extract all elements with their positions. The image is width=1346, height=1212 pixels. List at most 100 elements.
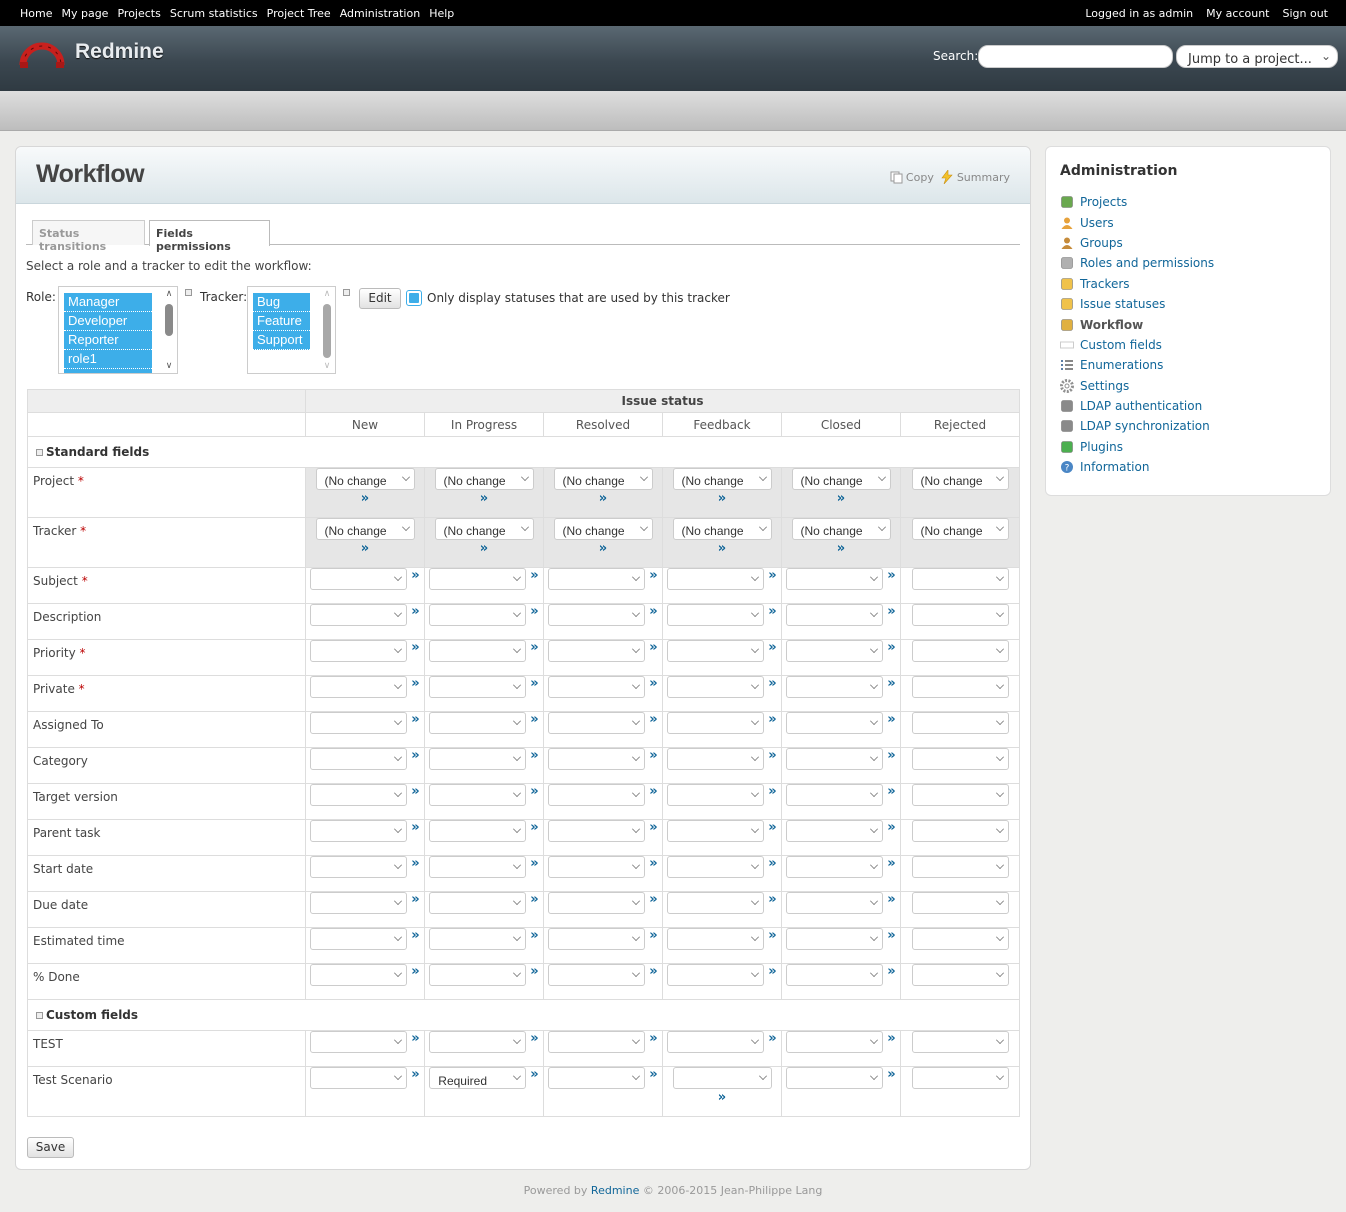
collapse-icon[interactable] [36,1012,43,1019]
permission-select[interactable]: (No change [315,468,415,490]
permission-select[interactable] [786,604,884,626]
apply-all-icon[interactable]: » [768,928,776,943]
apply-all-icon[interactable]: » [768,676,776,691]
permission-select[interactable] [911,1067,1009,1089]
permission-select[interactable] [786,892,884,914]
apply-all-icon[interactable]: » [768,604,776,619]
role-scrollbar[interactable]: ∧ ∨ [163,289,175,371]
apply-all-icon[interactable]: » [663,492,781,505]
apply-all-icon[interactable]: » [411,964,419,979]
permission-select[interactable] [548,1067,646,1089]
apply-all-icon[interactable]: » [768,712,776,727]
permission-select[interactable]: (No change [672,468,772,490]
standard-fields-group[interactable]: Standard fields [26,436,1021,468]
apply-all-icon[interactable]: » [887,928,895,943]
apply-all-icon[interactable]: » [649,568,657,583]
permission-select[interactable] [429,820,527,842]
permission-select[interactable] [548,856,646,878]
apply-all-icon[interactable]: » [887,604,895,619]
sidebar-item-groups[interactable]: Groups [1060,233,1214,253]
apply-all-icon[interactable]: » [411,856,419,871]
apply-all-icon[interactable]: » [530,712,538,727]
apply-all-icon[interactable]: » [411,784,419,799]
permission-select[interactable] [786,1067,884,1089]
sidebar-item-custom-fields[interactable]: Custom fields [1060,335,1214,355]
permission-select[interactable] [548,676,646,698]
app-title[interactable]: Redmine [75,40,164,64]
permission-select[interactable] [429,676,527,698]
top-menu-administration[interactable]: Administration [340,7,421,20]
role-option[interactable]: role1 [64,350,152,369]
permission-select[interactable] [310,1031,408,1053]
permission-select[interactable] [310,856,408,878]
sidebar-item-ldap-synchronization[interactable]: LDAP synchronization [1060,416,1214,436]
sidebar-item-information[interactable]: ? Information [1060,457,1214,477]
permission-select[interactable] [667,964,765,986]
role-select[interactable]: Manager Developer Reporter role1 ∧ ∨ [58,286,178,374]
sidebar-item-enumerations[interactable]: Enumerations [1060,355,1214,375]
permission-select[interactable] [548,820,646,842]
permission-select[interactable] [310,676,408,698]
sign-out-link[interactable]: Sign out [1282,7,1328,20]
apply-all-icon[interactable]: » [649,856,657,871]
permission-select[interactable] [911,964,1009,986]
apply-all-icon[interactable]: » [649,748,657,763]
permission-select[interactable]: (No change [553,518,653,540]
permission-select[interactable] [911,748,1009,770]
apply-all-icon[interactable]: » [887,568,895,583]
apply-all-icon[interactable]: » [649,676,657,691]
apply-all-icon[interactable]: » [411,676,419,691]
permission-select[interactable] [310,784,408,806]
permission-select[interactable] [786,928,884,950]
permission-select[interactable] [786,856,884,878]
apply-all-icon[interactable]: » [530,1031,538,1046]
jump-to-project-select[interactable]: Jump to a project... ⌄ [1176,45,1338,68]
permission-select[interactable] [911,604,1009,626]
apply-all-icon[interactable]: » [530,856,538,871]
permission-select[interactable] [786,784,884,806]
apply-all-icon[interactable]: » [887,640,895,655]
permission-select[interactable] [911,712,1009,734]
top-menu-project-tree[interactable]: Project Tree [267,7,331,20]
permission-select[interactable] [667,892,765,914]
apply-all-icon[interactable]: » [887,676,895,691]
summary-link[interactable]: Summary [940,170,1010,184]
permission-select[interactable] [429,1031,527,1053]
permission-select[interactable] [310,820,408,842]
apply-all-icon[interactable]: » [782,542,900,555]
apply-all-icon[interactable]: » [887,748,895,763]
permission-select[interactable] [310,640,408,662]
apply-all-icon[interactable]: » [887,964,895,979]
permission-select[interactable] [786,964,884,986]
apply-all-icon[interactable]: » [411,928,419,943]
apply-all-icon[interactable]: » [530,568,538,583]
permission-select[interactable] [667,1031,765,1053]
permission-select[interactable] [429,928,527,950]
permission-select[interactable]: (No change [315,518,415,540]
permission-select[interactable] [667,784,765,806]
permission-select[interactable] [548,964,646,986]
apply-all-icon[interactable]: » [768,784,776,799]
tracker-scrollbar[interactable]: ∧ ∨ [321,289,333,371]
permission-select[interactable] [548,892,646,914]
apply-all-icon[interactable]: » [530,604,538,619]
permission-select[interactable] [786,712,884,734]
permission-select[interactable] [911,928,1009,950]
permission-select[interactable] [911,676,1009,698]
my-account-link[interactable]: My account [1206,7,1269,20]
apply-all-icon[interactable]: » [411,712,419,727]
footer-redmine-link[interactable]: Redmine [591,1184,639,1197]
permission-select[interactable] [429,604,527,626]
tab-status-transitions[interactable]: Status transitions [32,220,145,253]
permission-select[interactable] [548,928,646,950]
apply-all-icon[interactable]: » [649,604,657,619]
apply-all-icon[interactable]: » [649,928,657,943]
top-menu-projects[interactable]: Projects [117,7,160,20]
permission-select[interactable] [667,604,765,626]
save-button[interactable]: Save [27,1137,74,1158]
permission-select[interactable] [786,1031,884,1053]
permission-select[interactable] [310,568,408,590]
permission-select[interactable] [667,568,765,590]
sidebar-item-issue-statuses[interactable]: Issue statuses [1060,294,1214,314]
sidebar-item-settings[interactable]: Settings [1060,376,1214,396]
